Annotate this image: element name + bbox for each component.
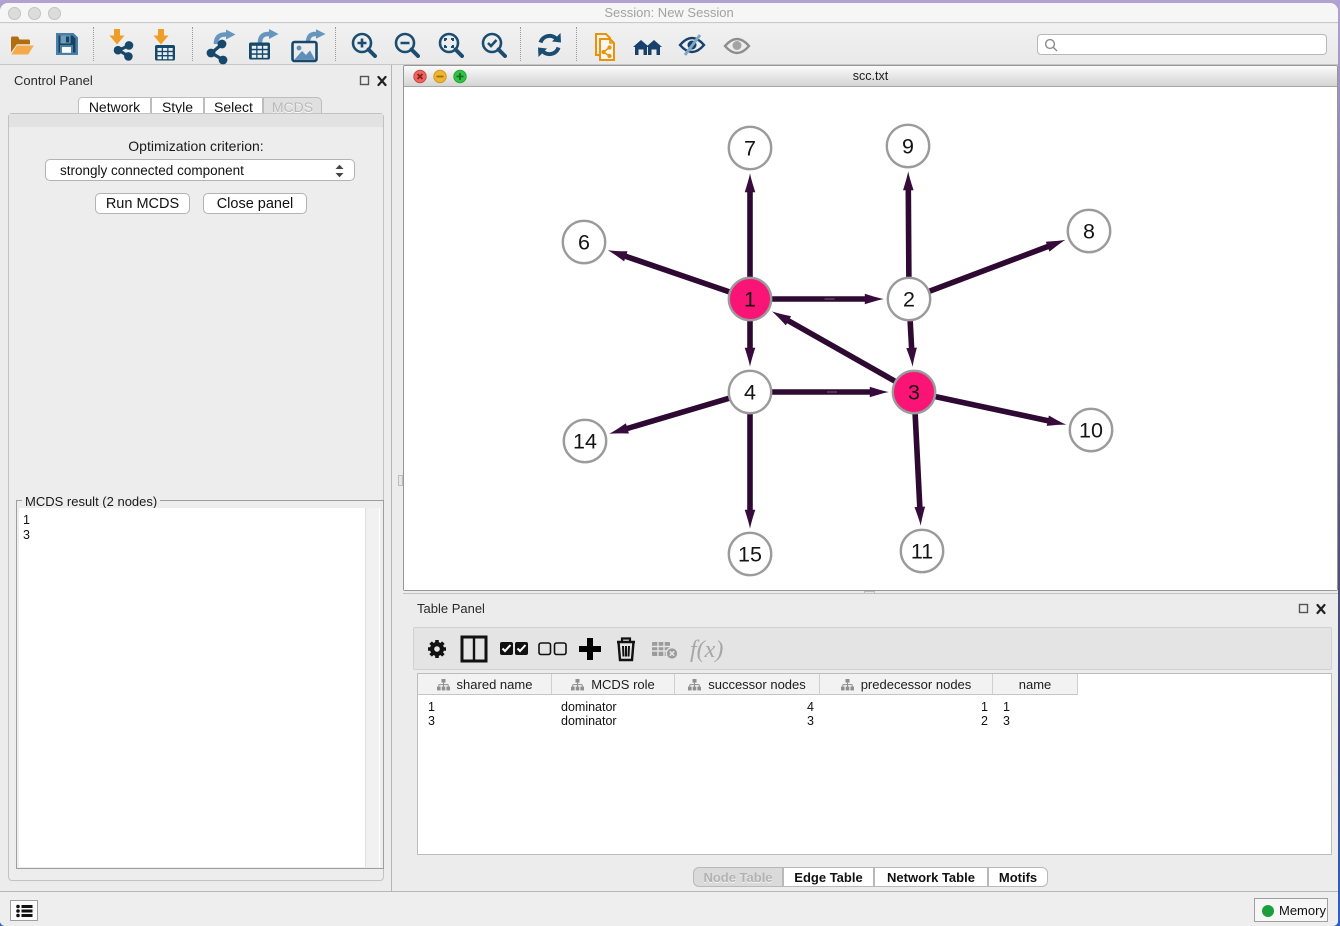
svg-text:2: 2 [903,288,915,312]
svg-text:15: 15 [738,543,762,567]
svg-text:10: 10 [1079,419,1103,443]
svg-text:4: 4 [744,381,756,405]
svg-text:11: 11 [911,540,933,564]
svg-text:9: 9 [902,135,914,159]
svg-text:6: 6 [578,231,590,255]
svg-text:8: 8 [1083,220,1095,244]
svg-text:3: 3 [908,381,920,405]
svg-text:14: 14 [573,430,597,454]
svg-text:f(x): f(x) [690,637,723,663]
svg-text:1: 1 [744,288,756,312]
svg-text:7: 7 [744,137,756,161]
